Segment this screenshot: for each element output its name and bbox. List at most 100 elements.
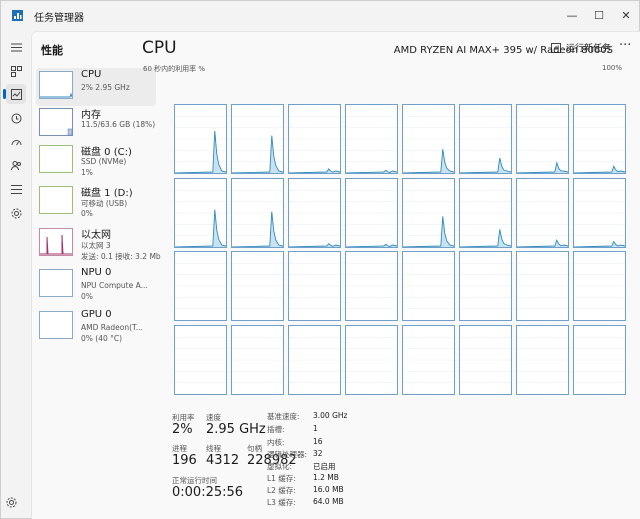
- side-item-ethernet[interactable]: 以太网 以太网 3 发送: 0.1 接收: 3.2 Mb: [36, 225, 161, 263]
- spec-value: 64.0 MB: [313, 497, 344, 506]
- logical-processor-graph: [459, 324, 512, 395]
- side-item-name: 以太网: [81, 230, 111, 241]
- logical-processor-graph: [459, 177, 512, 248]
- cpu-heading: CPU: [142, 38, 177, 58]
- side-item-name: NPU 0: [81, 267, 112, 278]
- spec-label: L3 缓存:: [267, 498, 296, 507]
- side-item-detail: 可移动 (USB): [81, 199, 128, 208]
- side-item-detail: 11.5/63.6 GB (18%): [81, 120, 156, 129]
- cpu-usage-line: [289, 168, 340, 173]
- cpu-usage-area: [460, 228, 511, 247]
- logical-processor-graph: [516, 177, 569, 248]
- cpu-usage-area: [517, 162, 568, 173]
- history-icon[interactable]: [6, 108, 26, 128]
- cpu-usage-area: [232, 135, 283, 173]
- side-item-value: 发送: 0.1 接收: 3.2 Mb: [81, 252, 161, 261]
- logical-processor-graph: [345, 324, 398, 395]
- logical-processor-graph: [345, 104, 398, 174]
- npu-thumbnail: [39, 269, 73, 297]
- logical-processor-graph: [573, 104, 626, 174]
- side-item-gpu[interactable]: GPU 0 AMD Radeon(T... 0% (40 °C): [36, 308, 156, 346]
- logical-processor-graph: [573, 177, 626, 248]
- logical-processor-graph: [231, 251, 284, 321]
- details-icon[interactable]: [6, 179, 26, 199]
- spec-value: 32: [313, 449, 323, 458]
- logical-processor-graph: [402, 324, 455, 395]
- side-item-detail: SSD (NVMe): [81, 157, 127, 166]
- performance-icon[interactable]: [3, 84, 26, 104]
- maximize-button[interactable]: ☐: [585, 1, 613, 29]
- side-item-disk-0[interactable]: 磁盘 0 (C:) SSD (NVMe) 1%: [36, 142, 156, 180]
- task-manager-window: 任务管理器 — ☐ ✕ 性能 运行新任务 ··· CPU 2% 2.95 GHz…: [0, 0, 640, 519]
- logical-processor-graph: [459, 251, 512, 321]
- logical-processor-graph: [345, 251, 398, 321]
- spec-label: L2 缓存:: [267, 486, 296, 495]
- cpu-usage-area: [175, 209, 226, 247]
- processes-icon[interactable]: [6, 61, 26, 81]
- utilization-axis-label: 60 秒内的利用率 %: [143, 65, 206, 73]
- side-item-value: 0% (40 °C): [81, 334, 123, 343]
- logical-processor-graph: [516, 104, 569, 174]
- utilization-axis-max: 100%: [601, 64, 622, 72]
- cpu-usage-area: [403, 215, 454, 247]
- memory-thumbnail: [39, 108, 73, 136]
- logical-processor-graph: [288, 251, 341, 321]
- more-options-button[interactable]: ···: [619, 38, 631, 53]
- logical-processor-graph: [231, 104, 284, 174]
- disk-0-thumbnail: [39, 145, 73, 173]
- cpu-usage-line: [289, 242, 340, 247]
- gpu-thumbnail: [39, 311, 73, 339]
- side-item-detail: AMD Radeon(T...: [81, 323, 143, 332]
- side-item-value: 0%: [81, 292, 93, 301]
- logical-processor-graph: [174, 104, 227, 174]
- spec-value: 1: [313, 424, 318, 433]
- speed-value: 2.95 GHz: [206, 422, 266, 437]
- page-title: 性能: [41, 44, 63, 57]
- side-item-name: 磁盘 1 (D:): [81, 188, 133, 199]
- side-item-detail: NPU Compute A...: [81, 281, 148, 290]
- threads-value: 4312: [206, 453, 240, 468]
- logical-processor-graph: [345, 177, 398, 248]
- side-item-name: CPU: [81, 69, 102, 80]
- side-item-memory[interactable]: 内存 11.5/63.6 GB (18%): [36, 105, 156, 143]
- startup-icon[interactable]: [6, 132, 26, 152]
- logical-processor-graph: [288, 104, 341, 174]
- side-item-npu[interactable]: NPU 0 NPU Compute A... 0%: [36, 266, 156, 304]
- logical-processor-graph: [231, 177, 284, 248]
- side-item-name: 磁盘 0 (C:): [81, 147, 132, 158]
- spec-label: 虚拟化:: [267, 462, 293, 471]
- hamburger-icon[interactable]: [6, 37, 26, 57]
- close-button[interactable]: ✕: [612, 1, 640, 29]
- cpu-usage-area: [460, 158, 511, 173]
- logical-processor-graph: [174, 251, 227, 321]
- logical-processor-graph: [174, 324, 227, 395]
- navigation-rail: [1, 31, 31, 519]
- logical-processor-graph: [573, 324, 626, 395]
- utilization-value: 2%: [172, 422, 193, 437]
- cpu-usage-line: [346, 243, 397, 247]
- spec-label: 内核:: [267, 438, 285, 447]
- cpu-model-name: AMD RYZEN AI MAX+ 395 w/ Radeon 8060S: [393, 45, 613, 56]
- logical-processor-graph: [516, 251, 569, 321]
- side-item-disk-1[interactable]: 磁盘 1 (D:) 可移动 (USB) 0%: [36, 183, 156, 221]
- logical-processor-graph: [459, 104, 512, 174]
- cpu-usage-area: [403, 149, 454, 173]
- cpu-usage-area: [175, 130, 226, 173]
- spec-label: L1 缓存:: [267, 474, 296, 483]
- app-title: 任务管理器: [34, 13, 84, 24]
- services-icon[interactable]: [6, 203, 26, 223]
- side-item-value: 1%: [81, 168, 93, 177]
- side-item-value: 0%: [81, 209, 93, 218]
- side-item-detail: 2% 2.95 GHz: [81, 83, 130, 92]
- title-bar: 任务管理器 — ☐ ✕: [1, 1, 639, 31]
- side-item-detail: 以太网 3: [81, 241, 111, 250]
- spec-label: 逻辑处理器:: [267, 450, 308, 459]
- cpu-thumbnail: [39, 71, 73, 99]
- side-item-cpu[interactable]: CPU 2% 2.95 GHz: [36, 68, 156, 106]
- minimize-button[interactable]: —: [558, 1, 586, 29]
- users-icon[interactable]: [6, 155, 26, 175]
- logical-processor-graph: [402, 251, 455, 321]
- side-item-name: 内存: [81, 110, 101, 121]
- settings-gear-icon[interactable]: [6, 497, 17, 510]
- spec-value: 1.2 MB: [313, 473, 339, 482]
